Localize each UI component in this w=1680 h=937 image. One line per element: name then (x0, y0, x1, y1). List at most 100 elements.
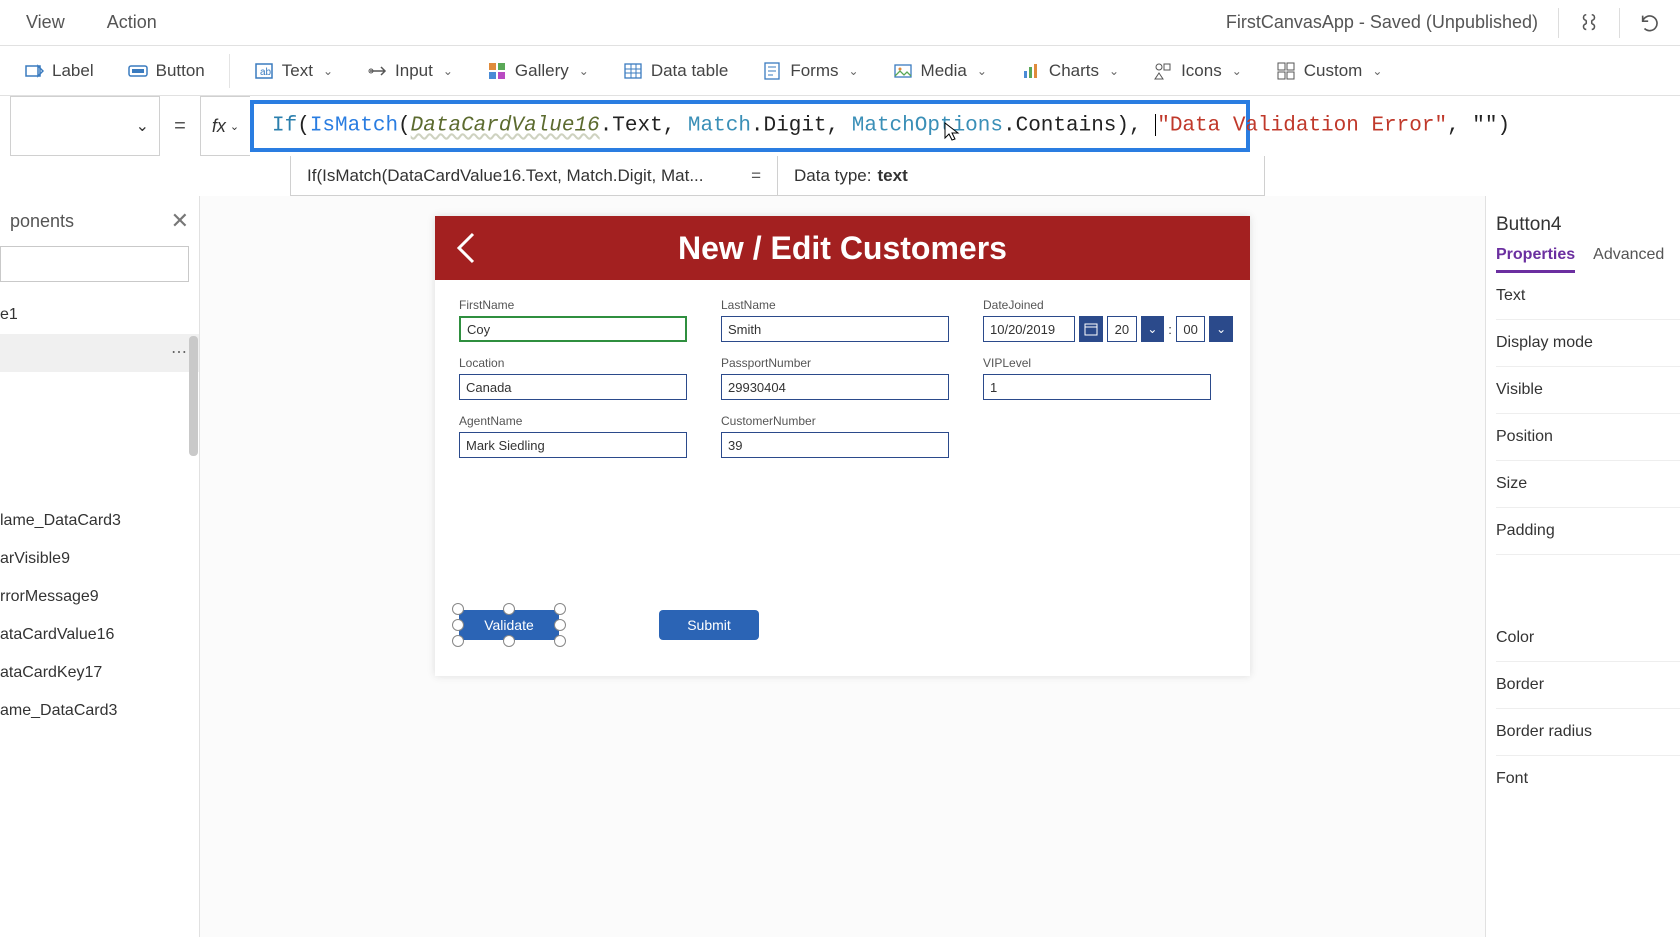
field-viplevel: VIPLevel (983, 356, 1233, 400)
tree-item[interactable]: ame_DataCard3 (0, 692, 199, 730)
property-selector[interactable]: ⌄ (10, 96, 160, 156)
chevron-down-icon: ⌄ (323, 64, 333, 78)
back-icon[interactable] (453, 228, 481, 271)
resize-handle[interactable] (554, 619, 566, 631)
ribbon-forms[interactable]: Forms⌄ (748, 55, 872, 87)
field-location: Location (459, 356, 709, 400)
prop-text[interactable]: Text (1496, 273, 1680, 320)
canvas-area[interactable]: New / Edit Customers FirstName LastName … (200, 196, 1485, 937)
tree-tab-components[interactable]: ponents (10, 211, 74, 232)
app-canvas[interactable]: New / Edit Customers FirstName LastName … (435, 216, 1250, 676)
input-customernumber[interactable] (721, 432, 949, 458)
datatable-icon (623, 61, 643, 81)
field-passport: PassportNumber (721, 356, 971, 400)
equals-sign: = (160, 96, 200, 156)
close-icon[interactable]: ✕ (171, 208, 189, 234)
tree-item[interactable]: rrorMessage9 (0, 578, 199, 616)
resize-handle[interactable] (554, 635, 566, 647)
prop-size[interactable]: Size (1496, 461, 1680, 508)
ribbon-gallery[interactable]: Gallery⌄ (473, 55, 603, 87)
formula-input[interactable]: If(IsMatch(DataCardValue16.Text, Match.D… (250, 100, 1250, 152)
divider (1558, 8, 1559, 38)
custom-icon (1276, 61, 1296, 81)
ribbon-datatable[interactable]: Data table (609, 55, 743, 87)
top-menu-bar: View Action FirstCanvasApp - Saved (Unpu… (0, 0, 1680, 46)
prop-color[interactable]: Color (1496, 615, 1680, 662)
resize-handle[interactable] (452, 635, 464, 647)
ribbon-icons-label: Icons (1181, 61, 1222, 81)
main-area: ponents ✕ e1 lame_DataCard3 arVisible9 r… (0, 196, 1680, 937)
tab-advanced[interactable]: Advanced (1593, 246, 1664, 273)
tree-item[interactable]: ataCardKey17 (0, 654, 199, 692)
undo-icon[interactable] (1630, 3, 1670, 43)
input-lastname[interactable] (721, 316, 949, 342)
token-matchoptions: MatchOptions (852, 115, 1003, 138)
chevron-down-icon: ⌄ (1372, 64, 1382, 78)
input-date[interactable]: 10/20/2019 (983, 316, 1075, 342)
tree-item[interactable]: lame_DataCard3 (0, 502, 199, 540)
menu-view[interactable]: View (10, 6, 81, 39)
chevron-down-icon: ⌄ (977, 64, 987, 78)
tree-item[interactable]: ataCardValue16 (0, 616, 199, 654)
input-viplevel[interactable] (983, 374, 1211, 400)
app-checker-icon[interactable] (1569, 3, 1609, 43)
prop-border-radius[interactable]: Border radius (1496, 709, 1680, 756)
ribbon-custom[interactable]: Custom⌄ (1262, 55, 1397, 87)
tab-properties[interactable]: Properties (1496, 246, 1575, 273)
input-passport[interactable] (721, 374, 949, 400)
chevron-down-icon[interactable]: ⌄ (1209, 316, 1233, 342)
media-icon (893, 61, 913, 81)
resize-handle[interactable] (503, 635, 515, 647)
prop-padding[interactable]: Padding (1496, 508, 1680, 555)
fx-button[interactable]: fx⌄ (200, 96, 250, 156)
chevron-down-icon: ⌄ (579, 64, 589, 78)
submit-button[interactable]: Submit (659, 610, 759, 640)
prop-font[interactable]: Font (1496, 756, 1680, 802)
text-icon: ab (254, 61, 274, 81)
chevron-down-icon[interactable]: ⌄ (1141, 316, 1165, 342)
token-string-error: "Data Validation Error" (1157, 115, 1447, 138)
data-type-value: text (878, 166, 908, 186)
prop-visible[interactable]: Visible (1496, 367, 1680, 414)
input-agentname[interactable] (459, 432, 687, 458)
ribbon-media[interactable]: Media⌄ (879, 55, 1001, 87)
formula-preview[interactable]: If(IsMatch(DataCardValue16.Text, Match.D… (291, 156, 778, 195)
prop-display-mode[interactable]: Display mode (1496, 320, 1680, 367)
tree-item[interactable]: arVisible9 (0, 540, 199, 578)
token-ismatch: IsMatch (310, 115, 398, 138)
input-firstname[interactable] (459, 316, 687, 342)
scrollbar-thumb[interactable] (189, 336, 198, 456)
input-location[interactable] (459, 374, 687, 400)
token-match: Match (688, 115, 751, 138)
forms-icon (762, 61, 782, 81)
mouse-cursor-icon (944, 122, 960, 147)
field-agentname: AgentName (459, 414, 709, 458)
tree-item[interactable]: e1 (0, 296, 199, 334)
input-hour[interactable]: 20 (1107, 316, 1136, 342)
prop-border[interactable]: Border (1496, 662, 1680, 709)
ribbon-label-text: Label (52, 61, 94, 81)
prop-position[interactable]: Position (1496, 414, 1680, 461)
chevron-down-icon: ⌄ (136, 116, 149, 136)
menu-action[interactable]: Action (91, 6, 173, 39)
ribbon-icons[interactable]: Icons⌄ (1139, 55, 1256, 87)
resize-handle[interactable] (503, 603, 515, 615)
ribbon-input-label: Input (395, 61, 433, 81)
calendar-icon[interactable] (1079, 316, 1103, 342)
ribbon-charts[interactable]: Charts⌄ (1007, 55, 1133, 87)
validate-button[interactable]: Validate (459, 610, 559, 640)
ribbon-button[interactable]: Button (114, 55, 219, 87)
resize-handle[interactable] (452, 619, 464, 631)
ribbon-label[interactable]: Label (10, 55, 108, 87)
ribbon-forms-label: Forms (790, 61, 838, 81)
screen-title: New / Edit Customers (435, 230, 1250, 267)
input-minute[interactable]: 00 (1176, 316, 1205, 342)
label-icon (24, 61, 44, 81)
data-type-readout: Data type: text (778, 156, 1264, 195)
tree-item-selected[interactable] (0, 334, 199, 372)
tree-search-input[interactable] (0, 246, 189, 282)
resize-handle[interactable] (554, 603, 566, 615)
resize-handle[interactable] (452, 603, 464, 615)
ribbon-text[interactable]: ab Text⌄ (240, 55, 347, 87)
ribbon-input[interactable]: Input⌄ (353, 55, 467, 87)
